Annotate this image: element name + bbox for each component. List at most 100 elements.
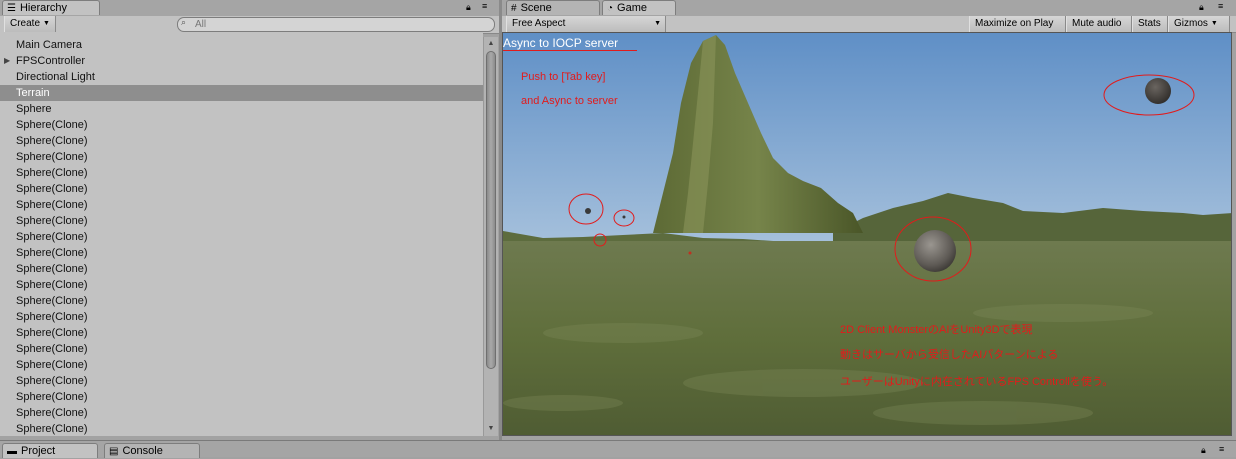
hierarchy-item[interactable]: Terrain [0,85,483,101]
hierarchy-item-label: Sphere(Clone) [16,231,88,243]
hint-line-2: and Async to server [521,95,618,107]
tab-console-label: Console [122,445,163,457]
hierarchy-item[interactable]: Directional Light [0,69,483,85]
aspect-label: Free Aspect [512,18,566,29]
bottom-tab-strip: ▬ Project ▤ Console 🔒︎ ≡ [0,440,1236,458]
hierarchy-item[interactable]: Sphere(Clone) [0,197,483,213]
lock-icon-bottom[interactable]: 🔒︎ [1201,445,1206,456]
title-underline [503,50,637,51]
hierarchy-item-label: Sphere(Clone) [16,247,88,259]
aspect-dropdown[interactable]: Free Aspect ▼ [506,16,666,32]
hierarchy-item-label: Sphere(Clone) [16,135,88,147]
scrollbar-thumb[interactable] [486,51,496,369]
maximize-label: Maximize on Play [975,18,1054,29]
search-icon: ⌕ [181,17,187,27]
hierarchy-item[interactable]: Sphere(Clone) [0,357,483,373]
hierarchy-item[interactable]: Sphere(Clone) [0,165,483,181]
hierarchy-item-label: Terrain [16,87,50,99]
hierarchy-item-label: Sphere(Clone) [16,327,88,339]
hierarchy-item-label: Sphere(Clone) [16,295,88,307]
tab-scene[interactable]: # Scene [506,0,600,15]
hierarchy-item[interactable]: Sphere(Clone) [0,373,483,389]
hierarchy-item[interactable]: Sphere(Clone) [0,245,483,261]
chevron-down-icon: ▼ [43,20,50,27]
hierarchy-item-label: Sphere [16,103,52,115]
hierarchy-item-label: Sphere(Clone) [16,391,88,403]
game-title: Async to IOCP server [503,36,619,50]
tab-project-label: Project [21,445,56,457]
tab-game[interactable]: ◔ Game [602,0,676,15]
create-button[interactable]: Create ▼ [4,16,56,32]
sphere-far [1145,78,1171,104]
sphere-small-1 [585,208,591,214]
expand-arrow-icon[interactable]: ▶ [4,53,10,69]
hierarchy-item-label: Sphere(Clone) [16,359,88,371]
hierarchy-item[interactable]: Sphere(Clone) [0,229,483,245]
hierarchy-item-label: Sphere(Clone) [16,375,88,387]
tab-scene-label: Scene [520,2,552,14]
hierarchy-item[interactable]: ▶ FPSController [0,53,483,69]
hierarchy-item-label: Sphere(Clone) [16,119,88,131]
hierarchy-item-label: Sphere(Clone) [16,199,88,211]
hierarchy-scrollbar[interactable]: ▲ ▼ [483,37,498,436]
lock-icon-game[interactable]: 🔒︎ [1199,2,1204,13]
gizmos-dropdown[interactable]: Gizmos ▼ [1168,16,1230,32]
hierarchy-item[interactable]: Sphere(Clone) [0,341,483,357]
view-tab-strip: # Scene ◔ Game 🔒︎ ≡ [502,0,1236,17]
create-label: Create [10,18,41,29]
search-placeholder: All [195,19,207,30]
hierarchy-item[interactable]: Sphere(Clone) [0,261,483,277]
hierarchy-item[interactable]: Sphere(Clone) [0,149,483,165]
hierarchy-item[interactable]: Sphere(Clone) [0,213,483,229]
hierarchy-item-label: Sphere(Clone) [16,311,88,323]
chevron-down-icon-aspect: ▼ [654,20,661,27]
hierarchy-item[interactable]: Sphere(Clone) [0,277,483,293]
maximize-on-play-button[interactable]: Maximize on Play [969,16,1066,32]
hierarchy-list: Main Camera ▶ FPSController Directional Lig… [0,37,483,436]
hierarchy-item[interactable]: Main Camera [0,37,483,53]
panel-menu-icon-bottom[interactable]: ≡ [1219,444,1224,454]
hierarchy-item-label: Main Camera [16,39,83,51]
folder-icon: ▬ [7,446,17,457]
hierarchy-item[interactable]: Sphere(Clone) [0,421,483,436]
note-line-1: 2D Client MonsterのAIをUnity3Dで表現 [840,324,1033,336]
game-viewport[interactable]: Async to IOCP server Push to [Tab key] a… [502,32,1232,436]
hierarchy-item[interactable]: Sphere [0,101,483,117]
search-input[interactable]: ⌕ All [177,17,495,32]
hierarchy-item-label: Sphere(Clone) [16,151,88,163]
scroll-up-icon[interactable]: ▲ [484,38,498,50]
sphere-near [914,230,956,272]
mute-audio-button[interactable]: Mute audio [1066,16,1132,32]
hierarchy-item[interactable]: Sphere(Clone) [0,117,483,133]
hierarchy-item-label: FPSController [16,55,86,67]
hierarchy-item-label: Sphere(Clone) [16,279,88,291]
hierarchy-toolbar: Create ▼ ⌕ All [0,16,499,34]
hierarchy-item[interactable]: Sphere(Clone) [0,293,483,309]
hierarchy-item-label: Sphere(Clone) [16,215,88,227]
hierarchy-item[interactable]: Sphere(Clone) [0,181,483,197]
scroll-down-icon[interactable]: ▼ [484,423,498,435]
sphere-marker [688,251,692,255]
panel-menu-icon[interactable]: ≡ [482,1,487,11]
hierarchy-item-label: Sphere(Clone) [16,343,88,355]
panel-menu-icon-game[interactable]: ≡ [1218,1,1223,11]
gizmos-label: Gizmos [1174,18,1208,29]
hierarchy-item[interactable]: Sphere(Clone) [0,325,483,341]
mute-label: Mute audio [1072,18,1122,29]
lock-icon[interactable]: 🔒︎ [466,2,471,13]
hierarchy-item[interactable]: Sphere(Clone) [0,309,483,325]
hierarchy-item[interactable]: Sphere(Clone) [0,389,483,405]
tab-hierarchy[interactable]: ☰ Hierarchy [2,0,100,15]
grid-icon: # [511,3,517,14]
game-toolbar: Free Aspect ▼ Maximize on Play Mute audi… [502,16,1236,33]
hierarchy-item[interactable]: Sphere(Clone) [0,405,483,421]
hierarchy-item[interactable]: Sphere(Clone) [0,133,483,149]
hint-line-1: Push to [Tab key] [521,71,606,83]
gamepad-icon: ◔ [607,3,614,14]
tab-game-label: Game [617,2,648,14]
stats-button[interactable]: Stats [1132,16,1168,32]
hierarchy-item-label: Directional Light [16,71,95,83]
tab-hierarchy-label: Hierarchy [19,2,68,14]
stats-label: Stats [1138,18,1161,29]
hierarchy-item-label: Sphere(Clone) [16,407,88,419]
